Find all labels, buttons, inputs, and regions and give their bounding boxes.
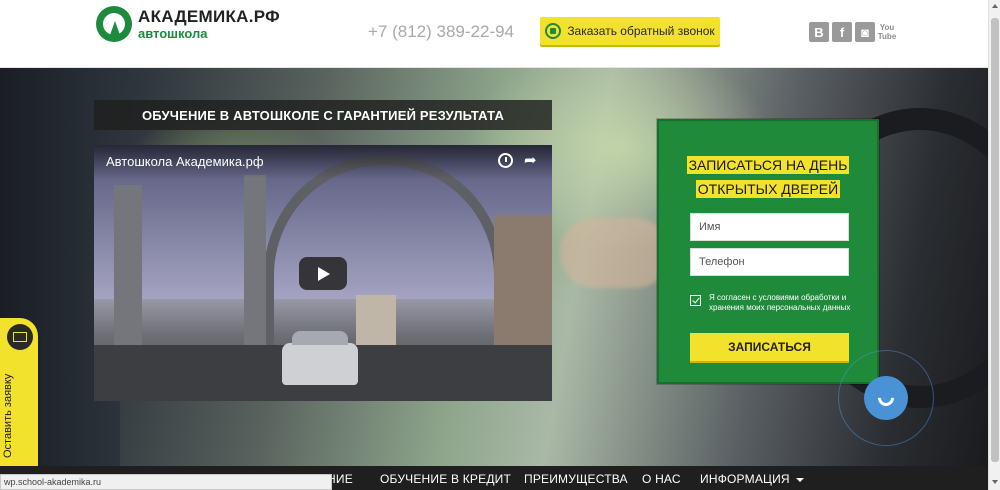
- mail-icon: [7, 324, 33, 350]
- phone-icon: [874, 386, 898, 410]
- video-frame-building: [356, 295, 396, 345]
- logo-icon: [96, 6, 132, 42]
- instagram-icon[interactable]: ◙: [855, 22, 875, 42]
- leave-request-tab[interactable]: Оставить заявку: [0, 318, 38, 466]
- hero-photo-hand: [560, 218, 670, 288]
- nav-item-credit[interactable]: ОБУЧЕНИЕ В КРЕДИТ: [380, 472, 511, 486]
- share-icon[interactable]: ➦: [524, 153, 537, 168]
- logo-subtitle: автошкола: [138, 26, 208, 41]
- nav-item-info[interactable]: ИНФОРМАЦИЯ: [700, 472, 804, 486]
- site-header: АКАДЕМИКА.РФ автошкола +7 (812) 389-22-9…: [0, 0, 988, 68]
- consent-text: Я согласен с условиями обработки и хране…: [709, 293, 851, 312]
- video-frame-pillar: [244, 175, 266, 355]
- call-widget-button[interactable]: [864, 376, 908, 420]
- submit-button[interactable]: ЗАПИСАТЬСЯ: [690, 333, 849, 361]
- video-title[interactable]: Автошкола Академика.рф: [106, 154, 264, 169]
- video-frame-pillar: [114, 185, 142, 355]
- leave-request-label: Оставить заявку: [2, 373, 14, 458]
- signup-form: ЗАПИСАТЬСЯ НА ДЕНЬ ОТКРЫТЫХ ДВЕРЕЙ Имя Т…: [657, 119, 879, 384]
- header-phone[interactable]: +7 (812) 389-22-94: [368, 22, 514, 42]
- consent-checkbox[interactable]: [690, 295, 701, 306]
- callback-button[interactable]: Заказать обратный звонок: [540, 17, 720, 45]
- youtube-icon[interactable]: You Tube: [878, 22, 897, 42]
- callback-button-label: Заказать обратный звонок: [567, 24, 715, 38]
- nav-item-info-label: ИНФОРМАЦИЯ: [700, 472, 790, 486]
- scroll-down-icon[interactable]: [992, 480, 998, 484]
- hero-banner-title: ОБУЧЕНИЕ В АВТОШКОЛЕ С ГАРАНТИЕЙ РЕЗУЛЬТ…: [94, 100, 552, 130]
- status-bar-url: wp.school-akademika.ru: [0, 474, 332, 490]
- play-button[interactable]: [299, 257, 347, 290]
- phone-field[interactable]: Телефон: [690, 248, 849, 276]
- vk-icon[interactable]: B: [809, 22, 829, 42]
- logo[interactable]: АКАДЕМИКА.РФ автошкола: [96, 6, 280, 42]
- page-scrollbar[interactable]: [988, 0, 1000, 490]
- scroll-up-icon[interactable]: [992, 4, 998, 8]
- scroll-thumb[interactable]: [991, 18, 999, 462]
- facebook-icon[interactable]: f: [832, 22, 852, 42]
- chevron-down-icon: [795, 477, 804, 482]
- watch-later-icon[interactable]: [498, 153, 513, 168]
- video-frame-car: [282, 331, 358, 385]
- video-player[interactable]: Автошкола Академика.рф ➦: [94, 145, 552, 401]
- nav-item-advantages[interactable]: ПРЕИМУЩЕСТВА: [524, 472, 628, 486]
- phone-icon: [545, 23, 562, 39]
- logo-title: АКАДЕМИКА.РФ: [138, 7, 280, 26]
- consent-row: Я согласен с условиями обработки и хране…: [690, 293, 855, 313]
- nav-item-about[interactable]: О НАС: [642, 472, 681, 486]
- social-links: B f ◙ You Tube: [809, 22, 896, 42]
- name-field[interactable]: Имя: [690, 213, 849, 241]
- form-title: ЗАПИСАТЬСЯ НА ДЕНЬ ОТКРЫТЫХ ДВЕРЕЙ: [686, 156, 850, 198]
- video-frame-building: [494, 215, 552, 355]
